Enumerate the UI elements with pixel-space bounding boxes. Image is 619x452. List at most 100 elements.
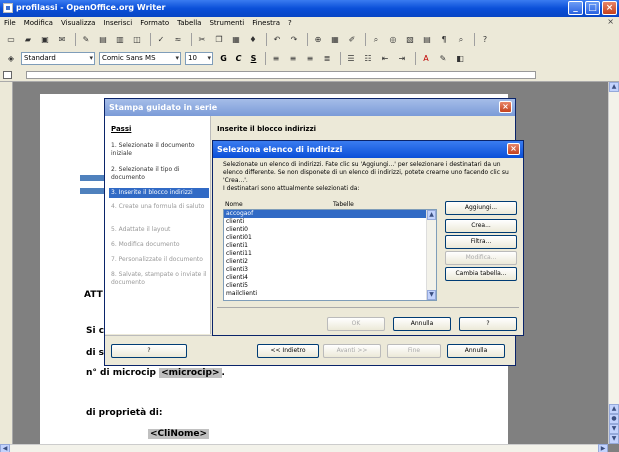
zoom-icon[interactable]: ⌕ (454, 33, 468, 46)
styles-formatting-icon[interactable]: ◈ (4, 52, 18, 65)
data-sources-icon[interactable]: ▤ (420, 33, 434, 46)
new-document-icon[interactable]: ▭ (4, 33, 18, 46)
italic-button[interactable]: C (232, 52, 245, 65)
wizard-step-3[interactable]: 3. Inserite il blocco indirizzi (109, 188, 209, 198)
wizard-close-button[interactable]: × (499, 101, 512, 113)
help-icon[interactable]: ? (478, 33, 492, 46)
list-item[interactable]: clienti3 (224, 266, 436, 274)
edit-file-icon[interactable]: ✎ (79, 33, 93, 46)
list-item[interactable]: clienti5 (224, 282, 436, 290)
navigator-icon[interactable]: ◎ (386, 33, 400, 46)
menu-strumenti[interactable]: Strumenti (205, 19, 248, 27)
scroll-right-icon[interactable]: ▶ (598, 444, 608, 452)
gallery-icon[interactable]: ▧ (403, 33, 417, 46)
list-item[interactable]: clienti2 (224, 258, 436, 266)
filter-button[interactable]: Filtra... (445, 235, 517, 249)
save-icon[interactable]: ▣ (38, 33, 52, 46)
doc-line-dis[interactable]: di s (86, 348, 104, 358)
find-replace-icon[interactable]: ⌕ (369, 33, 383, 46)
underline-button[interactable]: S (247, 52, 260, 65)
cancel-button[interactable]: Annulla (393, 317, 451, 331)
address-list-box[interactable]: accogaof clienti clienti0 clienti01 clie… (223, 209, 437, 301)
table-icon[interactable]: ▦ (328, 33, 342, 46)
font-color-icon[interactable]: A (419, 52, 433, 65)
column-header-tabelle[interactable]: Tabelle (333, 201, 354, 208)
format-paintbrush-icon[interactable]: ♦ (246, 33, 260, 46)
list-scrollbar[interactable]: ▲ ▼ (426, 210, 436, 300)
wizard-step-1[interactable]: 1. Selezionate il documento iniziale (109, 141, 209, 159)
dialog-close-button[interactable]: × (507, 143, 520, 155)
wizard-help-button[interactable]: ? (111, 344, 187, 358)
wizard-step-2[interactable]: 2. Selezionate il tipo di documento (109, 165, 209, 183)
autospellcheck-icon[interactable]: ≈ (171, 33, 185, 46)
show-draw-functions-icon[interactable]: ✐ (345, 33, 359, 46)
column-header-nome[interactable]: Nome (225, 201, 243, 208)
doc-line-microcip[interactable]: n° di microcip <microcip>. (86, 368, 225, 378)
doc-line-att[interactable]: ATT (84, 290, 103, 300)
bold-button[interactable]: G (217, 52, 230, 65)
export-pdf-icon[interactable]: ▤ (96, 33, 110, 46)
menu-tabella[interactable]: Tabella (173, 19, 205, 27)
highlighting-icon[interactable]: ✎ (436, 52, 450, 65)
increase-indent-icon[interactable]: ⇥ (395, 52, 409, 65)
list-item[interactable]: accogaof (224, 210, 436, 218)
menu-finestra[interactable]: Finestra (248, 19, 284, 27)
menu-modifica[interactable]: Modifica (20, 19, 57, 27)
list-item[interactable]: mailclienti (224, 290, 436, 298)
cut-icon[interactable]: ✂ (195, 33, 209, 46)
list-item[interactable]: clienti01 (224, 234, 436, 242)
list-item[interactable]: clienti11 (224, 250, 436, 258)
scroll-up-icon[interactable]: ▲ (609, 82, 619, 92)
menu-formato[interactable]: Formato (136, 19, 173, 27)
doc-line-proprieta[interactable]: di proprietà di: (86, 408, 162, 418)
next-page-icon[interactable]: ▼ (609, 424, 619, 434)
wizard-cancel-button[interactable]: Annulla (447, 344, 505, 358)
redo-icon[interactable]: ↷ (287, 33, 301, 46)
menu-visualizza[interactable]: Visualizza (57, 19, 99, 27)
horizontal-ruler[interactable] (0, 68, 619, 82)
close-window-button[interactable]: × (602, 1, 617, 15)
align-center-icon[interactable]: ≡ (286, 52, 300, 65)
decrease-indent-icon[interactable]: ⇤ (378, 52, 392, 65)
minimize-button[interactable]: _ (568, 1, 583, 15)
menu-file[interactable]: File (0, 19, 20, 27)
page-preview-icon[interactable]: ◫ (130, 33, 144, 46)
horizontal-scrollbar[interactable]: ◀ ▶ (0, 444, 608, 452)
maximize-button[interactable]: □ (585, 1, 600, 15)
spellcheck-icon[interactable]: ✓ (154, 33, 168, 46)
create-button[interactable]: Crea... (445, 219, 517, 233)
list-item[interactable]: clienti1 (224, 242, 436, 250)
previous-page-icon[interactable]: ▲ (609, 404, 619, 414)
print-icon[interactable]: ▥ (113, 33, 127, 46)
open-folder-icon[interactable]: ▰ (21, 33, 35, 46)
undo-icon[interactable]: ↶ (270, 33, 284, 46)
numbering-icon[interactable]: ☰ (344, 52, 358, 65)
menu-inserisci[interactable]: Inserisci (99, 19, 136, 27)
align-left-icon[interactable]: ≡ (269, 52, 283, 65)
list-item[interactable]: clienti (224, 218, 436, 226)
list-item[interactable]: clienti0 (224, 226, 436, 234)
scroll-down-icon[interactable]: ▼ (609, 434, 619, 444)
font-size-combo[interactable]: 10 (185, 52, 213, 65)
scroll-left-icon[interactable]: ◀ (0, 444, 10, 452)
list-item[interactable]: clienti4 (224, 274, 436, 282)
paste-icon[interactable]: ▦ (229, 33, 243, 46)
vertical-scrollbar[interactable]: ▲ ▲ ● ▼ ▼ (608, 82, 619, 444)
paragraph-style-combo[interactable]: Standard (21, 52, 95, 65)
font-name-combo[interactable]: Comic Sans MS (99, 52, 181, 65)
change-table-button[interactable]: Cambia tabella... (445, 267, 517, 281)
back-button[interactable]: << Indietro (257, 344, 319, 358)
align-right-icon[interactable]: ≡ (303, 52, 317, 65)
email-icon[interactable]: ✉ (55, 33, 69, 46)
navigation-icon[interactable]: ● (609, 414, 619, 424)
copy-icon[interactable]: ❐ (212, 33, 226, 46)
hyperlink-icon[interactable]: ⊕ (311, 33, 325, 46)
bullets-icon[interactable]: ☷ (361, 52, 375, 65)
list-scroll-up-icon[interactable]: ▲ (427, 210, 436, 220)
help-button[interactable]: ? (459, 317, 517, 331)
doc-line-si[interactable]: Si c (86, 326, 104, 336)
tab-stop-selector[interactable] (3, 71, 12, 79)
clinome-field[interactable]: <CliNome> (148, 429, 210, 439)
close-document-icon[interactable]: × (607, 17, 614, 26)
add-button[interactable]: Aggiungi... (445, 201, 517, 215)
